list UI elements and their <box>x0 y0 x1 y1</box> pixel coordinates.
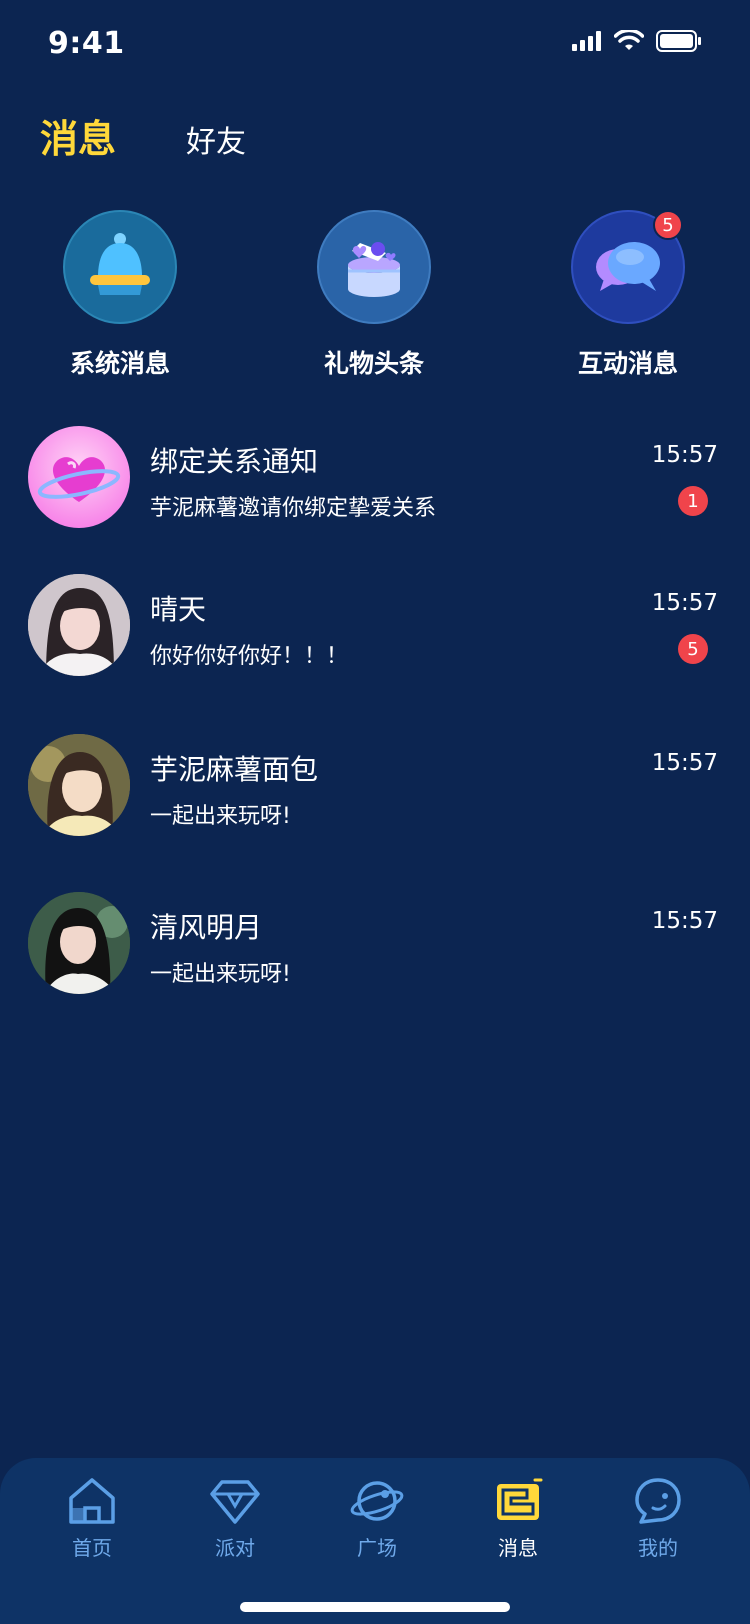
chat-name: 绑定关系通知 <box>150 445 319 478</box>
shortcut-system-messages[interactable]: 系统消息 <box>20 210 220 380</box>
chat-preview: 一起出来玩呀! <box>150 804 291 829</box>
tabbar-label: 派对 <box>215 1536 255 1560</box>
shortcut-label: 互动消息 <box>577 349 678 378</box>
interaction-badge: 5 <box>653 210 683 240</box>
user-avatar <box>28 574 130 676</box>
tabbar-label: 首页 <box>72 1536 112 1560</box>
tabbar-label: 广场 <box>357 1536 397 1560</box>
chat-time: 15:57 <box>651 590 718 616</box>
profile-bubble-icon <box>635 1478 681 1524</box>
tabbar-item-plaza[interactable]: 广场 <box>317 1476 437 1561</box>
tabbar-item-home[interactable]: 首页 <box>32 1476 152 1561</box>
chat-bubbles-icon <box>596 242 660 291</box>
shortcut-gift-headlines[interactable]: 礼物头条 <box>274 210 474 380</box>
interaction-messages-circle: 5 <box>571 210 685 324</box>
tabbar-label: 消息 <box>498 1536 538 1560</box>
shortcut-interaction-messages[interactable]: 5 互动消息 <box>528 210 728 380</box>
chat-name: 晴天 <box>150 593 207 626</box>
status-bar: 9:41 <box>0 0 750 88</box>
tabbar-item-mine[interactable]: 我的 <box>598 1476 718 1561</box>
battery-icon <box>656 30 701 52</box>
chat-time: 15:57 <box>651 442 718 468</box>
chat-name: 清风明月 <box>150 911 263 944</box>
tabbar-item-party[interactable]: 派对 <box>175 1476 295 1561</box>
wifi-icon <box>614 30 644 50</box>
chat-row[interactable]: 晴天 15:57 你好你好你好！！！ 5 <box>0 570 750 680</box>
chat-time: 15:57 <box>651 750 718 776</box>
user-avatar <box>28 892 130 994</box>
shortcut-label: 系统消息 <box>69 349 170 378</box>
home-indicator[interactable] <box>240 1602 510 1612</box>
tabbar-label: 我的 <box>638 1536 678 1560</box>
bottom-tabbar: 首页 派对 广场 消息 我的 <box>0 1458 750 1624</box>
status-time: 9:41 <box>48 26 125 61</box>
tabbar-item-messages[interactable]: 消息 <box>458 1476 578 1561</box>
heart-planet-icon <box>28 426 130 528</box>
tab-messages[interactable]: 消息 <box>40 108 116 163</box>
tab-friends[interactable]: 好友 <box>186 117 246 161</box>
planet-icon <box>350 1481 404 1521</box>
message-icon <box>497 1478 543 1520</box>
chat-time: 15:57 <box>651 908 718 934</box>
chat-preview: 芋泥麻薯邀请你绑定挚爱关系 <box>150 496 437 521</box>
unread-badge: 1 <box>678 486 708 516</box>
shortcut-label: 礼物头条 <box>323 349 424 378</box>
party-diamond-icon <box>210 1480 260 1524</box>
home-icon <box>69 1478 115 1524</box>
signal-icon <box>572 31 601 51</box>
chat-row[interactable]: 清风明月 15:57 一起出来玩呀! <box>0 888 750 998</box>
chat-row[interactable]: 绑定关系通知 15:57 芋泥麻薯邀请你绑定挚爱关系 1 <box>0 422 750 532</box>
bell-icon <box>90 233 150 295</box>
chat-name: 芋泥麻薯面包 <box>150 753 319 786</box>
user-avatar <box>28 734 130 836</box>
shortcut-row: 系统消息 礼物头条 5 互动消息 <box>0 210 750 380</box>
gift-headlines-circle <box>317 210 431 324</box>
unread-badge: 5 <box>678 634 708 664</box>
chat-preview: 一起出来玩呀! <box>150 962 291 987</box>
system-messages-circle <box>63 210 177 324</box>
chat-row[interactable]: 芋泥麻薯面包 15:57 一起出来玩呀! <box>0 730 750 840</box>
gift-box-icon <box>348 242 400 297</box>
top-tabs: 消息 好友 <box>40 108 246 163</box>
status-icons <box>572 30 702 52</box>
chat-preview: 你好你好你好！！！ <box>150 644 349 669</box>
